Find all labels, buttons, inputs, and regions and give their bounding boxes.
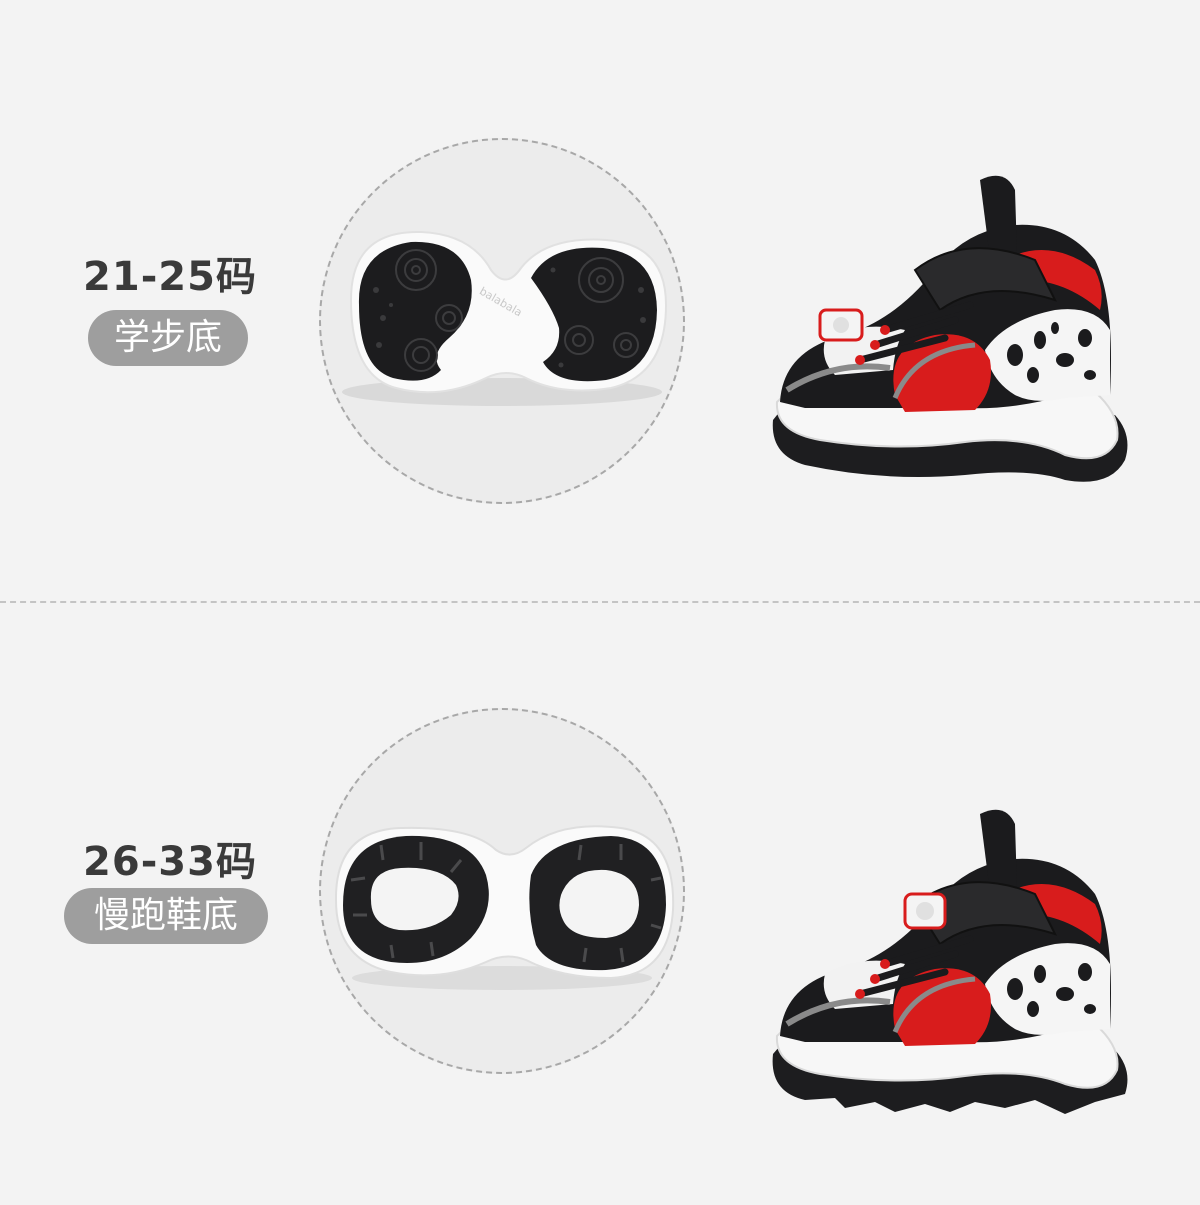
shoe-side-view <box>765 802 1135 1132</box>
sole-image-circle: balabala <box>319 138 685 504</box>
sole-type-badge: 慢跑鞋底 <box>64 888 268 944</box>
sole-image-circle <box>319 708 685 1074</box>
section-divider <box>0 601 1200 603</box>
size-range-label: 21-25码 <box>83 254 257 300</box>
variant-section-kids: 26-33码 慢跑鞋底 <box>0 605 1200 1205</box>
shoe-side-view <box>765 170 1135 500</box>
lugged-running-sole-image <box>334 825 675 990</box>
rounded-black-sole-image: balabala <box>342 230 668 406</box>
sneaker-side-view-image <box>772 175 1128 482</box>
sneaker-side-view-image <box>772 809 1128 1114</box>
size-range-label: 26-33码 <box>83 839 257 885</box>
variant-section-toddler: 21-25码 学步底 balabala <box>0 0 1200 600</box>
sole-type-badge: 学步底 <box>88 310 248 366</box>
